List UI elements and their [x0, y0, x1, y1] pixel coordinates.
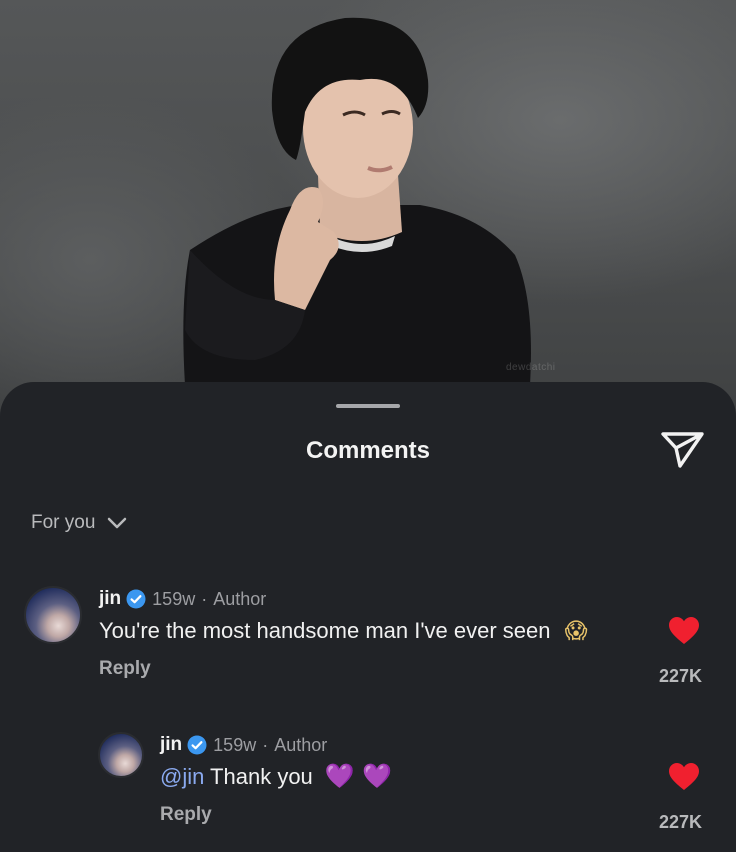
- comment-username[interactable]: jin: [160, 734, 182, 756]
- comment-body: Thank you: [204, 764, 313, 789]
- send-icon[interactable]: [660, 430, 706, 470]
- comment-text: @jin Thank you 💜 💜: [160, 762, 392, 790]
- person-photo: [183, 17, 532, 385]
- purple-heart-emojis: 💜 💜: [324, 762, 393, 790]
- sheet-title: Comments: [305, 437, 431, 464]
- filter-label: For you: [31, 512, 96, 533]
- heart-like-icon[interactable]: [668, 762, 700, 792]
- comment-text: You're the most handsome man I've ever s…: [99, 618, 588, 644]
- verified-badge-icon: [126, 589, 146, 609]
- comment-time: 159w: [152, 588, 196, 609]
- chevron-down-icon: [108, 517, 127, 529]
- author-badge: Author: [274, 734, 328, 755]
- drag-handle[interactable]: [336, 404, 400, 408]
- reply-button[interactable]: Reply: [160, 804, 212, 826]
- like-count: 227K: [659, 666, 703, 686]
- author-badge: Author: [213, 588, 267, 609]
- reply-button[interactable]: Reply: [99, 658, 151, 680]
- heart-like-icon[interactable]: [668, 616, 700, 646]
- comment-username[interactable]: jin: [99, 588, 121, 610]
- post-background-photo: dewdatchi: [0, 0, 736, 420]
- avatar[interactable]: [98, 732, 144, 778]
- photo-watermark: dewdatchi: [506, 362, 556, 373]
- meta-separator: ·: [262, 734, 269, 755]
- comment-body: You're the most handsome man I've ever s…: [99, 618, 551, 643]
- avatar[interactable]: [24, 586, 82, 644]
- like-count: 227K: [659, 812, 703, 832]
- comments-sheet: Comments For you jin 159w · Author You'r…: [0, 382, 736, 852]
- mention-link[interactable]: @jin: [160, 764, 204, 789]
- verified-badge-icon: [187, 735, 207, 755]
- comment-filter-dropdown[interactable]: For you: [31, 512, 127, 534]
- scream-emoji: 😱: [564, 619, 588, 644]
- meta-separator: ·: [201, 588, 208, 609]
- comment-time: 159w: [213, 734, 257, 755]
